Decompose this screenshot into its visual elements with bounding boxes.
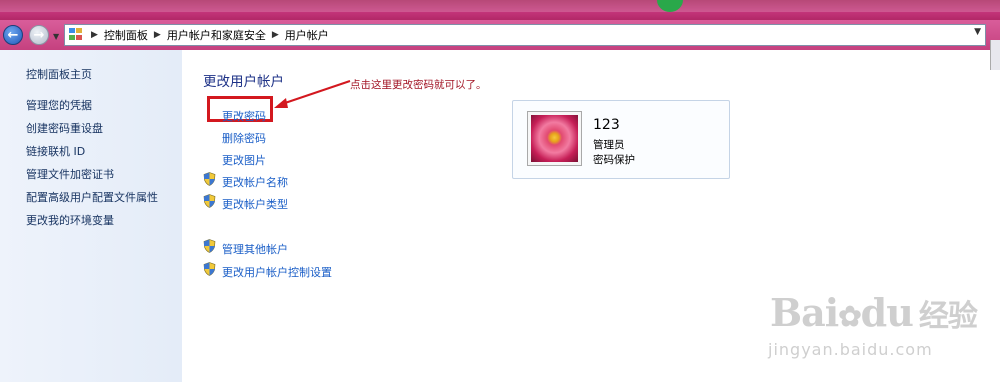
breadcrumb-separator: ▶: [271, 30, 279, 40]
uac-shield-icon: [203, 239, 216, 253]
account-card: 123 管理员 密码保护: [512, 100, 730, 179]
watermark-brand-mid: du: [860, 290, 914, 335]
account-role: 管理员: [593, 139, 625, 151]
uac-shield-icon: [203, 172, 216, 186]
sidebar-item-manage-credentials[interactable]: 管理您的凭据: [26, 97, 92, 113]
back-button[interactable]: ←: [3, 25, 23, 45]
breadcrumb-user-accounts-family-safety[interactable]: 用户帐户和家庭安全: [167, 27, 266, 43]
sidebar: 控制面板主页 管理您的凭据 创建密码重设盘 链接联机 ID 管理文件加密证书 配…: [0, 50, 182, 382]
breadcrumb-separator: ▶: [153, 30, 161, 40]
change-password-link[interactable]: 更改密码: [222, 108, 266, 124]
account-picture[interactable]: [527, 111, 582, 166]
control-panel-icon: [69, 28, 85, 42]
change-account-type-link[interactable]: 更改帐户类型: [222, 196, 288, 212]
sidebar-item-manage-certificates[interactable]: 管理文件加密证书: [26, 166, 114, 182]
watermark-logo: Bai✿du 经验: [770, 290, 978, 335]
annotation-arrow-icon: [274, 80, 351, 108]
paw-icon: ✿: [838, 300, 861, 333]
watermark-brand-right: 经验: [918, 299, 978, 334]
change-uac-settings-link[interactable]: 更改用户帐户控制设置: [222, 264, 332, 280]
sidebar-item-create-reset-disk[interactable]: 创建密码重设盘: [26, 120, 103, 136]
breadcrumb-user-accounts[interactable]: 用户帐户: [285, 27, 329, 43]
forward-button[interactable]: →: [29, 25, 49, 45]
nav-scrollbar[interactable]: [990, 40, 1000, 70]
sidebar-item-control-panel-home[interactable]: 控制面板主页: [26, 66, 92, 82]
watermark-url: jingyan.baidu.com: [768, 340, 933, 359]
breadcrumb-separator: ▶: [91, 30, 98, 40]
address-dropdown-icon[interactable]: ▼: [974, 27, 981, 37]
remove-password-link[interactable]: 删除密码: [222, 130, 266, 146]
window-titlebar: [0, 0, 1000, 20]
uac-shield-icon: [203, 194, 216, 208]
flower-icon: [531, 115, 578, 162]
manage-other-accounts-link[interactable]: 管理其他帐户: [222, 241, 288, 257]
recent-pages-dropdown[interactable]: ▼: [53, 32, 59, 41]
breadcrumb-control-panel[interactable]: 控制面板: [104, 27, 148, 43]
account-name: 123: [593, 117, 620, 133]
address-bar[interactable]: ▶ 控制面板 ▶ 用户帐户和家庭安全 ▶ 用户帐户 ▼: [64, 24, 986, 46]
sidebar-item-environment-variables[interactable]: 更改我的环境变量: [26, 212, 114, 228]
watermark-brand-left: Bai: [770, 290, 839, 335]
change-picture-link[interactable]: 更改图片: [222, 152, 266, 168]
sidebar-item-advanced-profile[interactable]: 配置高级用户配置文件属性: [26, 189, 158, 205]
uac-shield-icon: [203, 262, 216, 276]
navigation-bar: ← → ▼ ▶ 控制面板 ▶ 用户帐户和家庭安全 ▶ 用户帐户 ▼: [0, 20, 1000, 70]
change-account-name-link[interactable]: 更改帐户名称: [222, 174, 288, 190]
sidebar-item-link-online-id[interactable]: 链接联机 ID: [26, 143, 85, 159]
account-password-status: 密码保护: [593, 154, 635, 166]
annotation-text: 点击这里更改密码就可以了。: [350, 79, 487, 91]
titlebar-glass: [0, 0, 1000, 12]
